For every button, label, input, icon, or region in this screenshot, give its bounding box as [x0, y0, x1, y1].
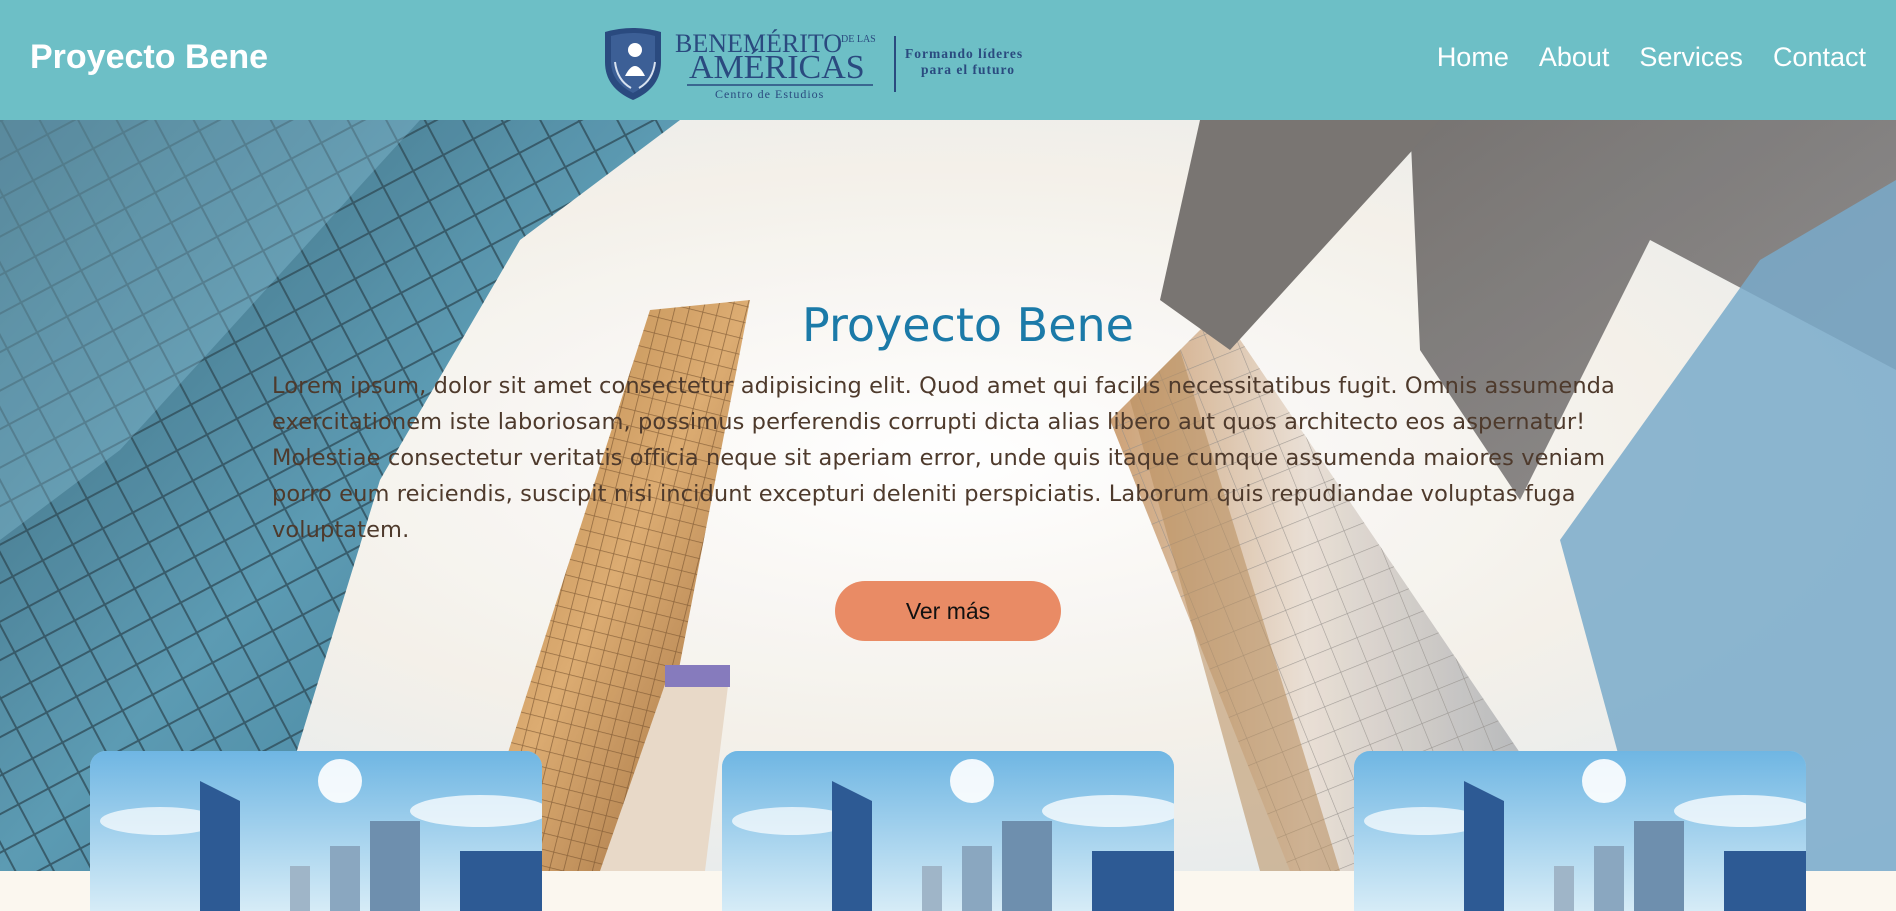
nav-home[interactable]: Home — [1437, 40, 1509, 74]
hero-title: Proyecto Bene — [802, 298, 1134, 352]
city-skyline-image — [1354, 751, 1806, 911]
svg-text:DE LAS: DE LAS — [841, 34, 876, 45]
nav-contact[interactable]: Contact — [1773, 40, 1866, 74]
ver-mas-button[interactable]: Ver más — [835, 581, 1061, 641]
svg-text:para el futuro: para el futuro — [921, 62, 1015, 77]
svg-text:AMÉRICAS: AMÉRICAS — [689, 49, 865, 86]
svg-text:Centro de Estudios: Centro de Estudios — [715, 87, 824, 101]
card-image-3[interactable] — [1354, 751, 1806, 911]
logo-graphic: BENEMÉRITO DE LAS AMÉRICAS Centro de Est… — [605, 28, 1023, 101]
nav-services[interactable]: Services — [1639, 40, 1743, 74]
city-skyline-image — [722, 751, 1174, 911]
site-header: Proyecto Bene BENEMÉRITO DE LAS AMÉRICAS… — [0, 0, 1896, 120]
benemerito-logo[interactable]: BENEMÉRITO DE LAS AMÉRICAS Centro de Est… — [603, 26, 1043, 102]
city-skyline-image — [90, 751, 542, 911]
svg-text:Formando líderes: Formando líderes — [905, 46, 1023, 61]
card-image-1[interactable] — [90, 751, 542, 911]
site-title[interactable]: Proyecto Bene — [30, 37, 268, 77]
main-nav: Home About Services Contact — [1437, 40, 1866, 74]
hero-description: Lorem ipsum, dolor sit amet consectetur … — [272, 373, 1615, 543]
hero-content: Proyecto Bene Lorem ipsum, dolor sit ame… — [272, 296, 1624, 548]
card-image-2[interactable] — [722, 751, 1174, 911]
nav-about[interactable]: About — [1539, 40, 1610, 74]
